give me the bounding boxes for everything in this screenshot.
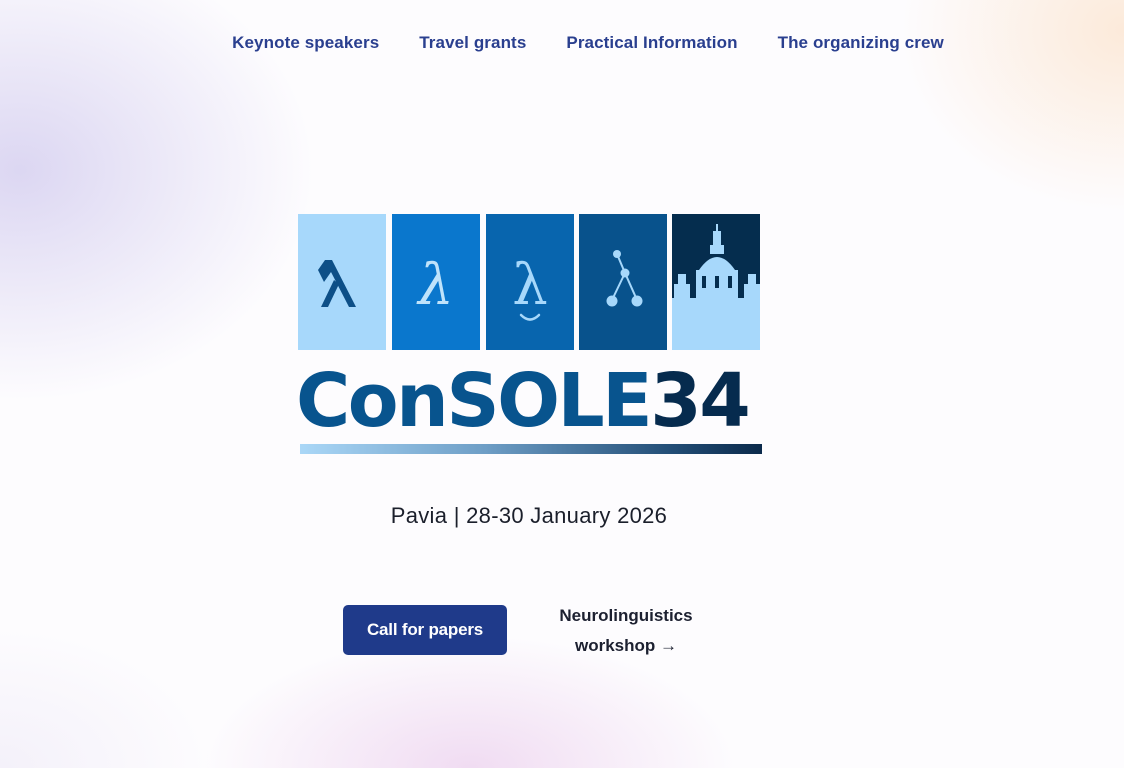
nav-link-practical-information[interactable]: Practical Information xyxy=(566,33,737,53)
workshop-link-line2: workshop → xyxy=(574,636,677,655)
logo-wordmark: ConSOLE34 xyxy=(296,356,751,446)
logo-wordmark-name: ConSOLE xyxy=(296,358,653,444)
top-navigation: Keynote speakers Travel grants Practical… xyxy=(0,33,1124,53)
logo-gradient-bar xyxy=(300,444,762,454)
workshop-link-line1: Neurolinguistics xyxy=(559,606,693,625)
logo-wordmark-number: 34 xyxy=(650,358,750,444)
nav-link-organizing-crew[interactable]: The organizing crew xyxy=(778,33,944,53)
logo-tiles: λ λ xyxy=(298,214,762,350)
svg-text:λ: λ xyxy=(416,253,454,318)
lambda-serif-icon: λ xyxy=(392,214,480,350)
conference-logo: λ λ ConSOLE34 xyxy=(296,214,764,458)
lambda-tree-icon xyxy=(579,214,667,350)
svg-text:λ: λ xyxy=(512,253,548,318)
pavia-dome-icon xyxy=(672,214,760,350)
lambda-icon xyxy=(298,214,386,350)
call-for-papers-label: Call for papers xyxy=(366,620,484,639)
nav-link-travel-grants[interactable]: Travel grants xyxy=(419,33,526,53)
event-location-dates-text: Pavia | 28-30 January 2026 xyxy=(390,503,668,528)
call-for-papers-button[interactable]: Call for papers xyxy=(343,605,507,655)
nav-link-keynote-speakers[interactable]: Keynote speakers xyxy=(232,33,379,53)
event-location-dates: Pavia | 28-30 January 2026 xyxy=(0,503,1124,529)
neurolinguistics-workshop-link[interactable]: Neurolinguistics workshop → xyxy=(536,601,716,661)
lambda-smile-icon: λ xyxy=(486,214,574,350)
